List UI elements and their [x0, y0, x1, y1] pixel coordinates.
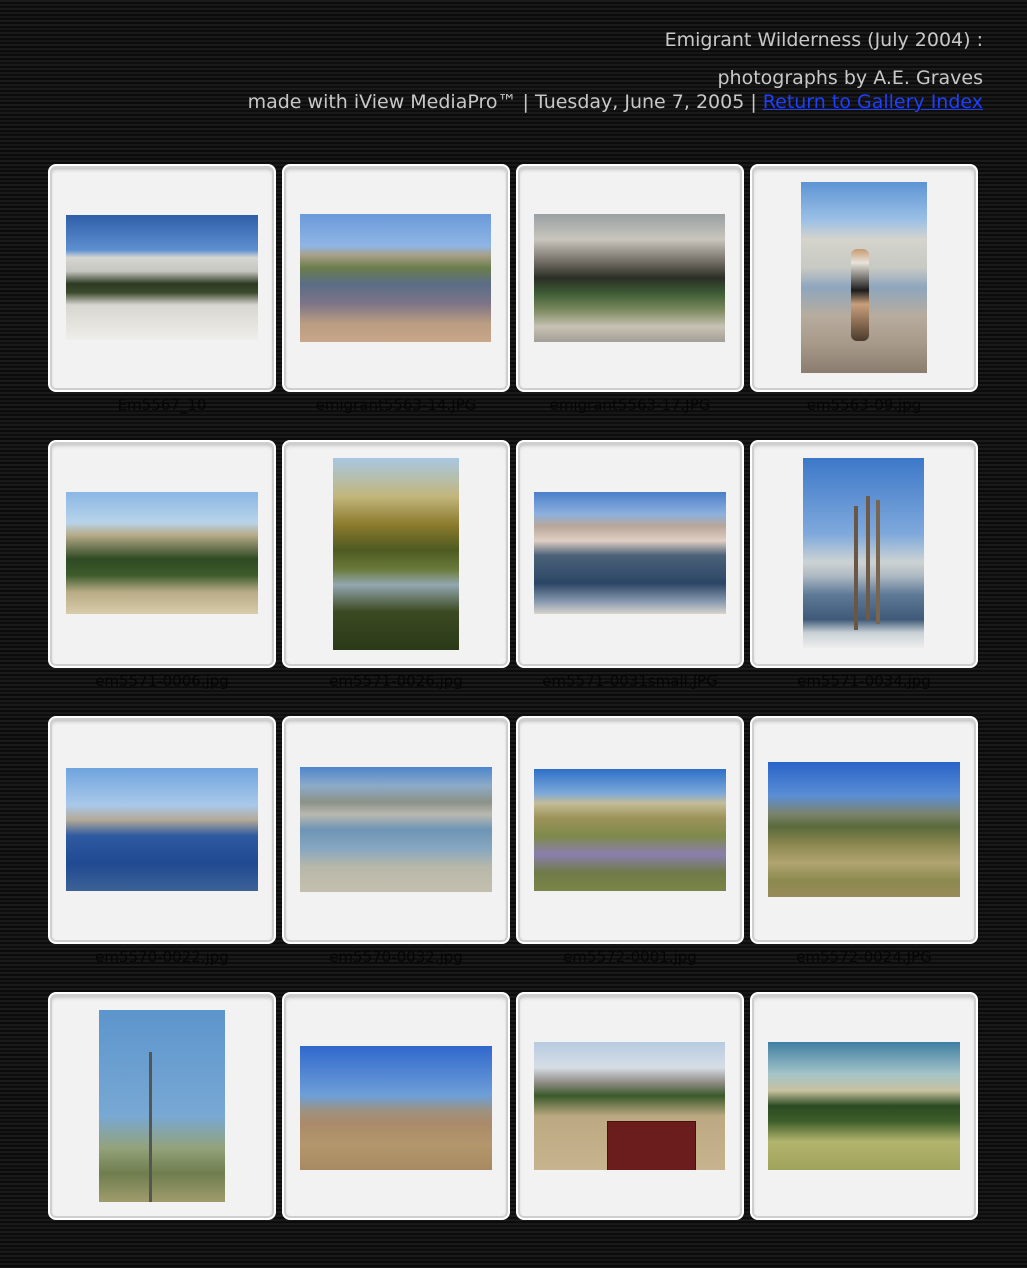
thumbnail-caption[interactable]: em5563-09.jpg	[750, 396, 978, 414]
thumbnail-caption[interactable]: Em5567_10	[48, 396, 276, 414]
thumbnail-image[interactable]	[300, 767, 492, 892]
thumbnail-frame[interactable]	[282, 716, 510, 944]
thumbnail-image[interactable]	[801, 182, 927, 373]
thumbnail-caption[interactable]: em5572-0024.JPG	[750, 948, 978, 966]
thumbnail-cell[interactable]: em5571-0026.jpg	[282, 440, 510, 716]
thumbnail-cell[interactable]	[282, 992, 510, 1268]
thumbnail-frame[interactable]	[282, 992, 510, 1220]
thumbnail-image[interactable]	[66, 768, 258, 891]
return-to-gallery-index-link[interactable]: Return to Gallery Index	[763, 91, 983, 113]
thumbnail-image[interactable]	[803, 458, 924, 648]
thumbnail-frame[interactable]	[48, 992, 276, 1220]
thumbnail-caption[interactable]: em5571-0026.jpg	[282, 672, 510, 690]
thumbnail-frame[interactable]	[516, 716, 744, 944]
thumbnail-frame[interactable]	[516, 992, 744, 1220]
thumbnail-cell[interactable]: em5570-0022.jpg	[48, 716, 276, 992]
thumbnail-cell[interactable]: em5570-0032.jpg	[282, 716, 510, 992]
thumbnail-image[interactable]	[99, 1010, 225, 1202]
meta-text: made with iView MediaPro™ | Tuesday, Jun…	[247, 91, 763, 113]
thumbnail-caption[interactable]: emigrant5563-17.JPG	[516, 396, 744, 414]
thumbnail-image[interactable]	[534, 1042, 725, 1170]
thumbnail-frame[interactable]	[516, 440, 744, 668]
thumbnail-frame[interactable]	[48, 164, 276, 392]
thumbnail-cell[interactable]: em5572-0024.JPG	[750, 716, 978, 992]
thumbnail-frame[interactable]	[750, 992, 978, 1220]
thumbnail-cell[interactable]: Em5567_10	[48, 164, 276, 440]
thumbnail-frame[interactable]	[750, 164, 978, 392]
thumbnail-caption[interactable]: emigrant5563-14.JPG	[282, 396, 510, 414]
thumbnail-frame[interactable]	[750, 440, 978, 668]
thumbnail-caption[interactable]: em5571-0006.jpg	[48, 672, 276, 690]
thumbnail-image[interactable]	[768, 1042, 960, 1170]
thumbnail-frame[interactable]	[48, 716, 276, 944]
thumbnail-image[interactable]	[66, 215, 258, 340]
gallery-header: Emigrant Wilderness (July 2004) : photog…	[248, 28, 983, 114]
thumbnail-caption[interactable]: em5570-0022.jpg	[48, 948, 276, 966]
thumbnail-cell[interactable]: em5572-0001.jpg	[516, 716, 744, 992]
thumbnail-frame[interactable]	[516, 164, 744, 392]
thumbnail-frame[interactable]	[750, 716, 978, 944]
thumbnail-image[interactable]	[768, 762, 960, 897]
thumbnail-cell[interactable]: em5563-09.jpg	[750, 164, 978, 440]
thumbnail-image[interactable]	[300, 214, 491, 342]
thumbnail-cell[interactable]: emigrant5563-17.JPG	[516, 164, 744, 440]
thumbnail-frame[interactable]	[48, 440, 276, 668]
thumbnail-cell[interactable]	[516, 992, 744, 1268]
thumbnail-image[interactable]	[534, 214, 725, 342]
thumbnail-cell[interactable]: emigrant5563-14.JPG	[282, 164, 510, 440]
thumbnail-cell[interactable]: em5571-0034.jpg	[750, 440, 978, 716]
thumbnail-cell[interactable]: em5571-0006.jpg	[48, 440, 276, 716]
thumbnail-cell[interactable]	[750, 992, 978, 1268]
thumbnail-image[interactable]	[333, 458, 459, 650]
photographer-credit: photographs by A.E. Graves	[717, 67, 984, 89]
thumbnail-cell[interactable]: em5571-0031small.JPG	[516, 440, 744, 716]
thumbnail-frame[interactable]	[282, 440, 510, 668]
thumbnail-image[interactable]	[300, 1046, 492, 1170]
thumbnail-caption[interactable]: em5571-0034.jpg	[750, 672, 978, 690]
thumbnail-cell[interactable]	[48, 992, 276, 1268]
gallery-title: Emigrant Wilderness (July 2004) :	[664, 29, 983, 51]
thumbnail-image[interactable]	[534, 769, 726, 891]
thumbnail-image[interactable]	[534, 492, 726, 614]
gallery-meta: made with iView MediaPro™ | Tuesday, Jun…	[248, 90, 983, 114]
thumbnail-caption[interactable]: em5570-0032.jpg	[282, 948, 510, 966]
thumbnail-image[interactable]	[66, 492, 258, 614]
thumbnail-caption[interactable]: em5571-0031small.JPG	[516, 672, 744, 690]
thumbnail-caption[interactable]: em5572-0001.jpg	[516, 948, 744, 966]
thumbnail-frame[interactable]	[282, 164, 510, 392]
